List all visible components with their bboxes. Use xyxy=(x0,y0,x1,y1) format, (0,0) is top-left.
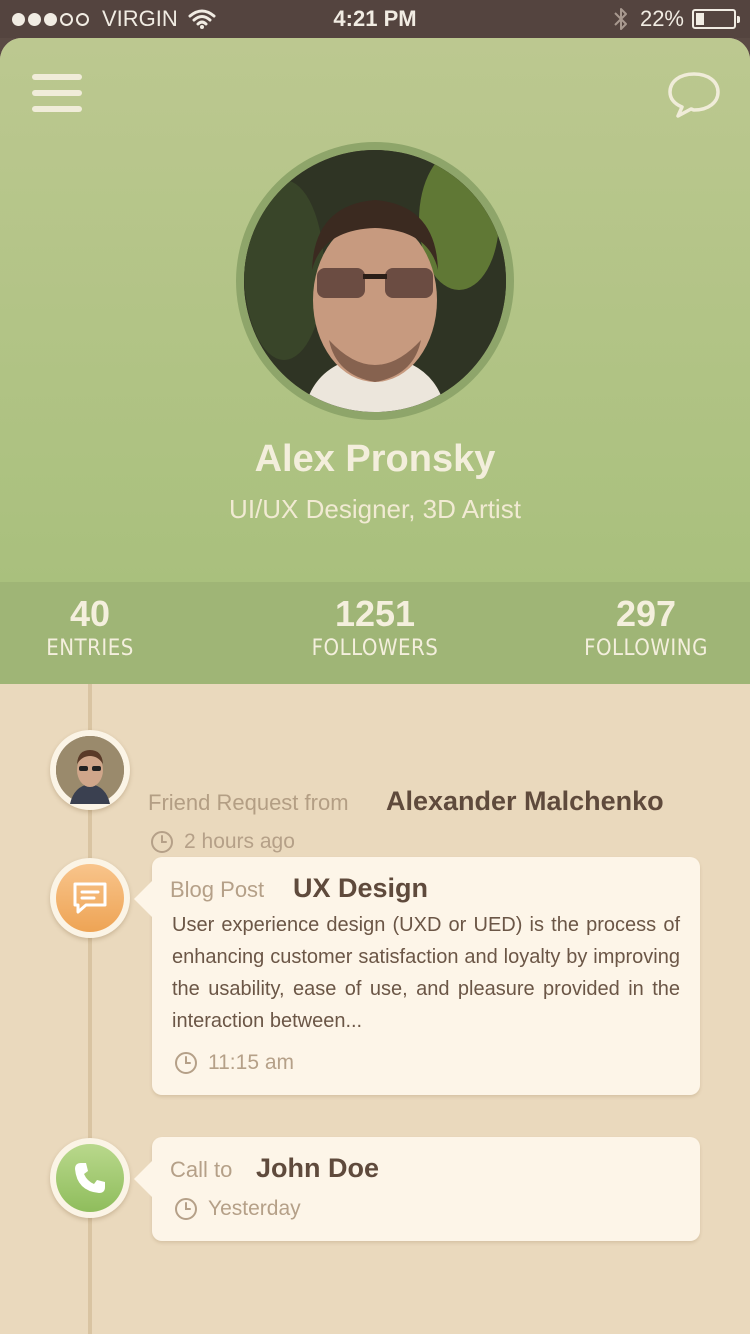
status-bar: VIRGIN 4:21 PM 22% xyxy=(0,0,750,38)
time-text: Yesterday xyxy=(208,1197,301,1220)
stat-following[interactable]: 297 FOLLOWING xyxy=(546,594,746,664)
call-time: Yesterday xyxy=(174,1197,301,1221)
call-card[interactable]: Call to John Doe Yesterday xyxy=(134,1137,700,1241)
blog-post-card[interactable]: Blog Post UX Design User experience desi… xyxy=(134,857,700,1095)
battery-percent: 22% xyxy=(639,6,684,31)
clock-icon xyxy=(175,1198,197,1220)
time-text: 2 hours ago xyxy=(184,830,295,853)
stat-value: 40 xyxy=(69,593,111,634)
battery-icon xyxy=(692,9,740,29)
friend-request-time: 2 hours ago xyxy=(150,830,295,854)
clock-icon xyxy=(175,1052,197,1074)
profile-header: Alex Pronsky UI/UX Designer, 3D Artist xyxy=(0,38,750,582)
stat-label: ENTRIES xyxy=(46,636,134,661)
friend-avatar[interactable] xyxy=(50,730,130,810)
hamburger-menu-icon[interactable] xyxy=(32,74,82,114)
friend-request-label: Friend Request from xyxy=(148,790,349,815)
phone-icon xyxy=(75,1163,105,1193)
friend-request-name[interactable]: Alexander Malchenko xyxy=(386,786,664,817)
stat-label: FOLLOWING xyxy=(584,636,708,661)
blog-post-time: 11:15 am xyxy=(174,1051,294,1075)
stat-label: FOLLOWERS xyxy=(311,636,439,661)
profile-screen: Alex Pronsky UI/UX Designer, 3D Artist 4… xyxy=(0,38,750,1334)
stat-value: 297 xyxy=(615,593,677,634)
blog-post-node xyxy=(50,858,130,938)
time-text: 11:15 am xyxy=(208,1051,294,1074)
profile-avatar[interactable] xyxy=(236,142,514,420)
stat-entries[interactable]: 40 ENTRIES xyxy=(0,594,190,664)
profile-name: Alex Pronsky xyxy=(254,438,496,480)
blog-post-label: Blog Post xyxy=(170,877,265,902)
bluetooth-icon xyxy=(614,8,627,30)
speech-bubble-icon[interactable] xyxy=(666,70,722,120)
comment-icon xyxy=(73,882,107,914)
blog-post-excerpt: User experience design (UXD or UED) is t… xyxy=(172,914,680,1032)
avatar-photo xyxy=(244,150,506,412)
profile-role: UI/UX Designer, 3D Artist xyxy=(229,494,521,524)
call-label: Call to xyxy=(170,1157,233,1182)
clock-icon xyxy=(151,831,173,853)
blog-post-title: UX Design xyxy=(293,873,429,903)
call-node xyxy=(50,1138,130,1218)
stats-bar: 40 ENTRIES 1251 FOLLOWERS 297 FOLLOWING xyxy=(0,582,750,684)
friend-photo xyxy=(56,736,124,804)
stat-value: 1251 xyxy=(334,593,416,634)
call-name: John Doe xyxy=(256,1153,380,1183)
stat-followers[interactable]: 1251 FOLLOWERS xyxy=(275,594,475,664)
battery-level xyxy=(696,13,704,25)
